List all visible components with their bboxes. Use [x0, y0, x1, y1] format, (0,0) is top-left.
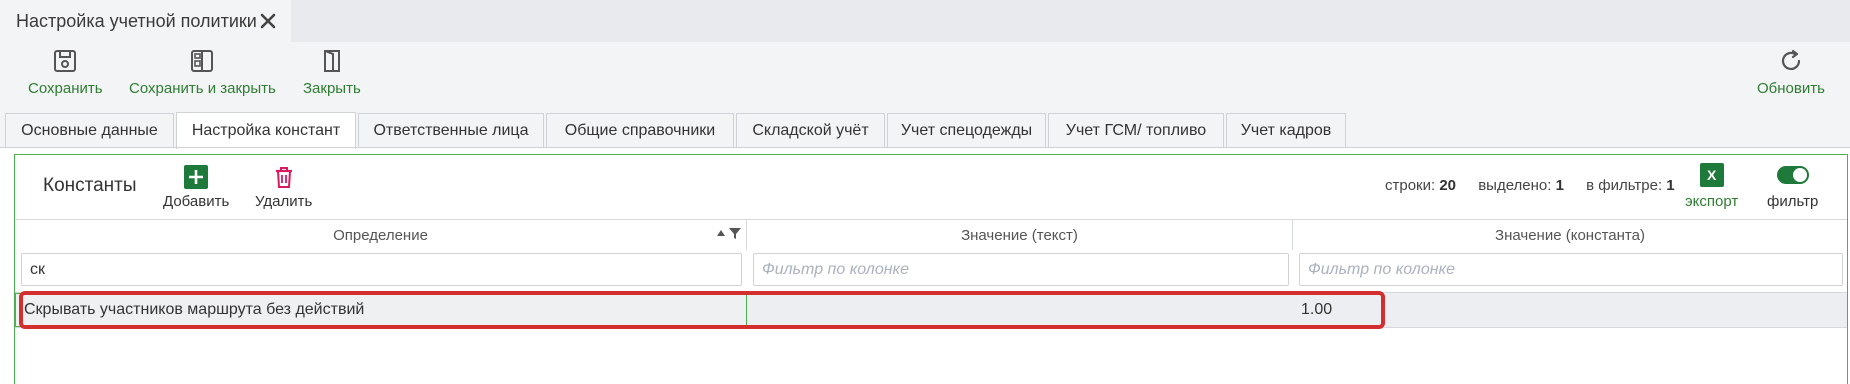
- filtered-label: в фильтре:: [1586, 177, 1663, 194]
- column-definition[interactable]: Определение: [15, 220, 747, 250]
- toggle-switch[interactable]: [1776, 166, 1809, 184]
- selected-count: 1: [1555, 177, 1564, 194]
- definition-cell[interactable]: Скрывать участников маршрута без действи…: [15, 293, 747, 327]
- close-label: Закрыть: [303, 80, 361, 97]
- column-definition-label: Определение: [333, 226, 428, 244]
- door-icon: [323, 50, 340, 72]
- tabs-divider: [0, 147, 1850, 148]
- refresh-label: Обновить: [1757, 80, 1825, 97]
- refresh-icon: [1781, 49, 1801, 70]
- close-button[interactable]: Закрыть: [303, 48, 361, 97]
- tab-fuel[interactable]: Учет ГСМ/ топливо: [1048, 113, 1224, 148]
- constant-value-filter-input[interactable]: [1299, 253, 1843, 286]
- constants-panel: Константы Добавить Удалить строки: 20 вы…: [14, 154, 1848, 384]
- save-close-icon: [191, 50, 214, 72]
- save-close-label: Сохранить и закрыть: [129, 80, 276, 97]
- add-button[interactable]: Добавить: [163, 165, 229, 210]
- refresh-button[interactable]: Обновить: [1757, 48, 1825, 97]
- constant-value-cell[interactable]: 1.00: [1293, 293, 1847, 327]
- export-label: экспорт: [1685, 193, 1739, 210]
- plus-icon: [184, 165, 209, 189]
- filter-funnel-icon[interactable]: [728, 226, 742, 240]
- panel-title: Константы: [43, 175, 137, 196]
- text-value-filter-input[interactable]: [753, 253, 1289, 286]
- column-constant-value[interactable]: Значение (константа): [1293, 220, 1847, 250]
- section-tabs: Основные данные Настройка констант Ответ…: [0, 106, 1850, 149]
- selected-label: выделено:: [1478, 177, 1552, 194]
- grid-header: Определение Значение (текст) Значение (к…: [15, 219, 1847, 250]
- tab-workwear[interactable]: Учет спецодежды: [887, 113, 1046, 148]
- tab-main-data[interactable]: Основные данные: [5, 113, 174, 148]
- save-close-button[interactable]: Сохранить и закрыть: [129, 48, 276, 97]
- table-row[interactable]: Скрывать участников маршрута без действи…: [15, 291, 1847, 329]
- toolbar: Сохранить Сохранить и закрыть Закрыть Об…: [0, 42, 1850, 106]
- rows-label: строки:: [1385, 177, 1436, 194]
- floppy-icon: [54, 50, 77, 72]
- tab-constants[interactable]: Настройка констант: [176, 112, 356, 149]
- column-text-value[interactable]: Значение (текст): [747, 220, 1293, 250]
- filter-row: [15, 249, 1847, 291]
- sort-asc-icon[interactable]: [716, 228, 726, 238]
- export-button[interactable]: X экспорт: [1685, 163, 1738, 210]
- excel-icon: X: [1699, 163, 1724, 187]
- close-icon[interactable]: [258, 11, 278, 31]
- rows-count: 20: [1439, 177, 1457, 194]
- filter-toggle[interactable]: фильтр: [1767, 163, 1818, 210]
- text-value-cell[interactable]: [747, 293, 1293, 327]
- save-label: Сохранить: [28, 80, 103, 97]
- delete-label: Удалить: [255, 193, 313, 210]
- document-tabbar: Настройка учетной политики: [0, 0, 1850, 42]
- filter-label: фильтр: [1767, 193, 1819, 210]
- tab-responsible[interactable]: Ответственные лица: [358, 113, 544, 148]
- save-button[interactable]: Сохранить: [28, 48, 103, 97]
- tab-hr[interactable]: Учет кадров: [1226, 113, 1346, 148]
- tab-references[interactable]: Общие справочники: [546, 113, 734, 148]
- definition-filter-input[interactable]: [21, 253, 742, 286]
- delete-button[interactable]: Удалить: [255, 165, 312, 210]
- tab-warehouse[interactable]: Складской учёт: [736, 113, 885, 148]
- add-label: Добавить: [163, 193, 230, 210]
- filtered-count: 1: [1666, 177, 1675, 194]
- document-tab[interactable]: Настройка учетной политики: [0, 0, 291, 42]
- row-stats: строки: 20 выделено: 1 в фильтре: 1: [1385, 177, 1693, 194]
- trash-icon: [275, 167, 292, 188]
- document-tab-title: Настройка учетной политики: [16, 10, 257, 31]
